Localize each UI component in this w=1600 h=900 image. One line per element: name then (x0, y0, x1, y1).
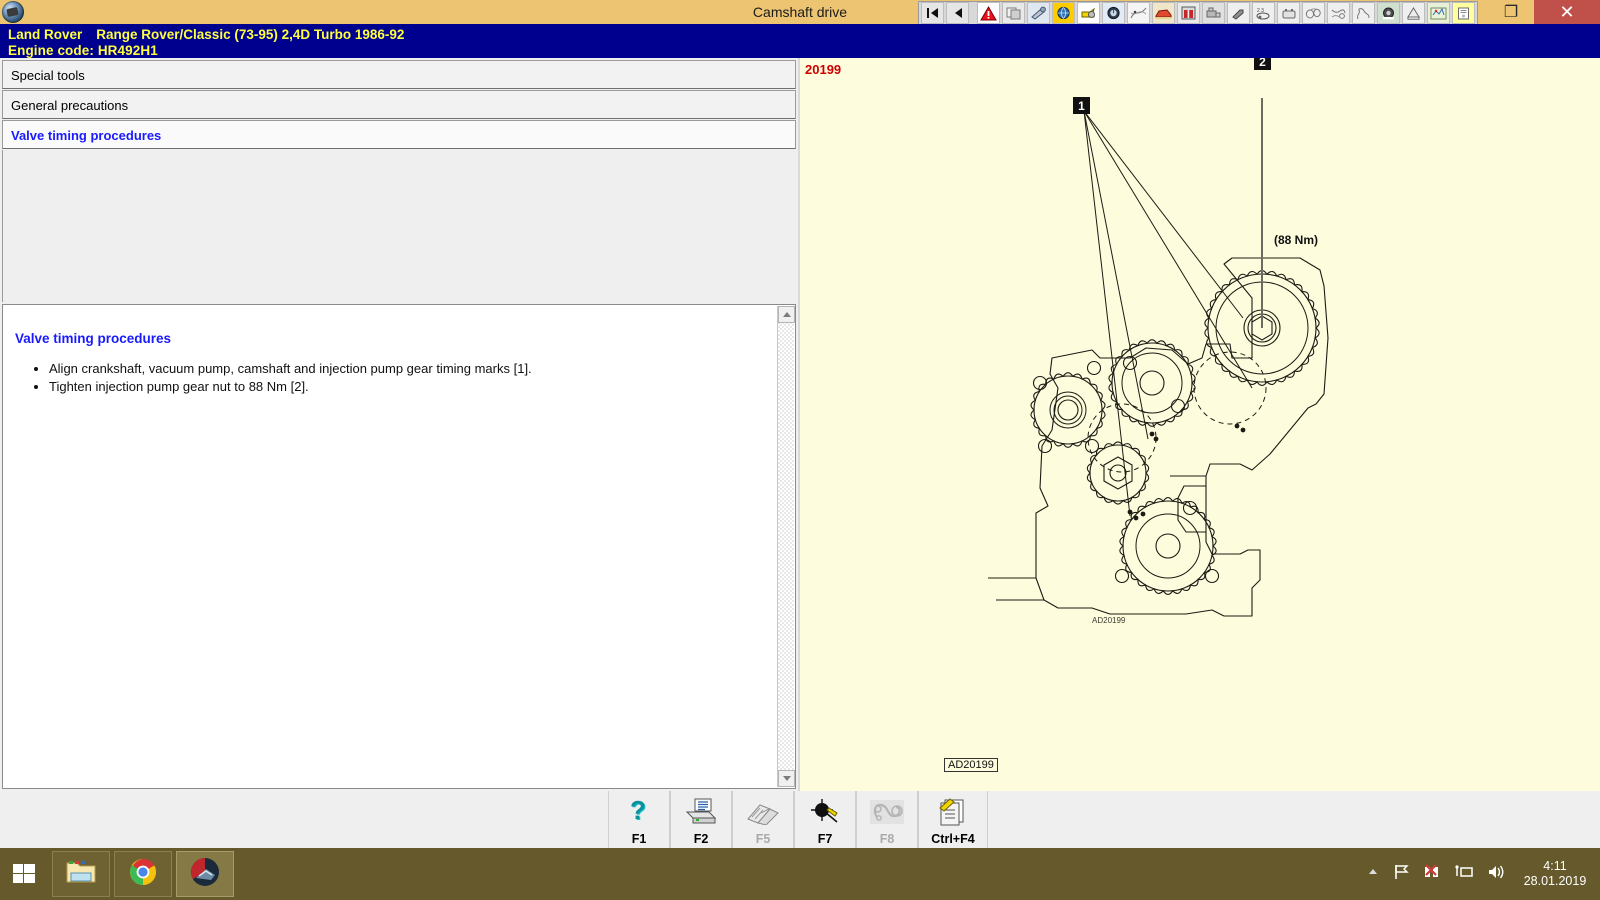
show-hidden-icons-icon[interactable] (1366, 865, 1380, 884)
taskbar-item-file-explorer[interactable] (52, 851, 110, 897)
window-title-bar: Camshaft drive (0, 0, 1600, 24)
vacuum-pump-gear (1031, 362, 1105, 453)
warning-triangle-icon[interactable] (977, 2, 1000, 24)
gauge-icon[interactable] (1102, 2, 1125, 24)
f7-find-component-button[interactable]: F7 (794, 791, 856, 848)
function-key-label: F1 (632, 832, 647, 846)
chrome-icon (129, 858, 157, 891)
svg-text:2: 2 (1259, 58, 1266, 69)
tree-item-label: Special tools (11, 68, 85, 83)
timing-belt-icon (869, 791, 905, 832)
system-tray: 4:11 28.01.2019 (1366, 848, 1600, 900)
wrench-icon[interactable] (1027, 2, 1050, 24)
book-icon (746, 791, 780, 832)
restore-window-button[interactable]: ❐ (1488, 0, 1534, 24)
main-toolbar: 2 3 (918, 1, 1478, 25)
function-key-label: F7 (818, 832, 833, 846)
taskbar-item-autodata[interactable] (176, 851, 234, 897)
taskbar-clock[interactable]: 4:11 28.01.2019 (1518, 859, 1592, 889)
windows-taskbar: 4:11 28.01.2019 (0, 848, 1600, 900)
function-key-bar: ? ? F1 F2 (0, 791, 1600, 848)
action-center-flag-icon[interactable] (1392, 863, 1410, 886)
callout-1: 1 (1073, 97, 1090, 114)
close-window-button[interactable]: ✕ (1534, 0, 1600, 24)
document-bullet-list: Align crankshaft, vacuum pump, camshaft … (15, 360, 773, 395)
list-item: Tighten injection pump gear nut to 88 Nm… (49, 378, 773, 395)
tree-item-valve-timing-procedures[interactable]: Valve timing procedures (2, 120, 796, 149)
document-panel: Valve timing procedures Align crankshaft… (2, 304, 796, 789)
navigation-tree: Special tools General precautions Valve … (2, 60, 796, 302)
document-heading: Valve timing procedures (15, 331, 773, 346)
function-key-label: F5 (756, 832, 771, 846)
callout-2-note: (88 Nm) (1274, 233, 1318, 247)
tree-item-special-tools[interactable]: Special tools (2, 60, 796, 89)
autodata-icon (190, 857, 220, 892)
suspension-icon[interactable] (1352, 2, 1375, 24)
figure-id-badge: AD20199 (944, 758, 998, 772)
panels-icon[interactable] (1002, 2, 1025, 24)
notes-icon (936, 791, 970, 832)
list-item: Align crankshaft, vacuum pump, camshaft … (49, 360, 773, 377)
camshaft-drive-diagram: 1 2 AD20199 (800, 58, 1600, 789)
network-disconnected-icon[interactable] (1422, 863, 1442, 886)
vehicle-make: Land Rover (8, 27, 82, 42)
camshaft-gear (1109, 340, 1195, 427)
tyre-icon[interactable] (1377, 2, 1400, 24)
tree-item-general-precautions[interactable]: General precautions (2, 90, 796, 119)
taskbar-item-chrome[interactable] (114, 851, 172, 897)
f5-book-button: F5 (732, 791, 794, 848)
document-vertical-scrollbar[interactable] (777, 306, 794, 787)
tree-empty-area (2, 150, 796, 302)
clock-time: 4:11 (1518, 859, 1592, 874)
diagnostics-icon[interactable] (1427, 2, 1450, 24)
tree-item-label: General precautions (11, 98, 128, 113)
file-explorer-icon (65, 858, 97, 891)
help-question-icon: ? ? (624, 791, 654, 832)
car-body-icon[interactable] (1152, 2, 1175, 24)
wiring-diagram-icon[interactable] (1127, 2, 1150, 24)
fluid-cone-icon[interactable] (1402, 2, 1425, 24)
wheel-alignment-icon[interactable]: 2 3 (1252, 2, 1275, 24)
diagram-panel[interactable]: 20199 (798, 58, 1600, 791)
remote-display-icon[interactable] (1454, 863, 1474, 886)
wheel-icon (2, 1, 24, 23)
scroll-up-button[interactable] (778, 306, 795, 323)
printer-icon (683, 791, 719, 832)
toolbar-separator-1 (971, 3, 975, 23)
svg-text:1: 1 (1078, 99, 1085, 113)
previous-page-button[interactable] (946, 2, 969, 24)
air-conditioning-icon[interactable] (1327, 2, 1350, 24)
find-component-icon (807, 791, 843, 832)
f1-help-button[interactable]: ? ? F1 (608, 791, 670, 848)
volume-icon[interactable] (1486, 863, 1506, 886)
function-key-label: Ctrl+F4 (931, 832, 974, 846)
drawing-ref: AD20199 (1092, 616, 1126, 625)
callout-2: 2 (1254, 58, 1271, 70)
svg-text:?: ? (630, 797, 646, 825)
vehicle-model: Range Rover/Classic (73-95) 2,4D Turbo 1… (96, 27, 404, 42)
idler-gear (1087, 442, 1148, 504)
f2-print-button[interactable]: F2 (670, 791, 732, 848)
function-key-label: F8 (880, 832, 895, 846)
battery-icon[interactable] (1277, 2, 1300, 24)
engine-code-value: HR492H1 (98, 43, 158, 58)
first-page-button[interactable] (921, 2, 944, 24)
left-column: Special tools General precautions Valve … (0, 58, 798, 791)
document-icon[interactable] (1452, 2, 1475, 24)
f8-timing-belt-button: F8 (856, 791, 918, 848)
globe-icon[interactable] (1052, 2, 1075, 24)
timing-belt-icon[interactable] (1302, 2, 1325, 24)
scroll-down-button[interactable] (778, 770, 795, 787)
function-key-label: F2 (694, 832, 709, 846)
clock-date: 28.01.2019 (1518, 874, 1592, 889)
vehicle-lift-icon[interactable] (1177, 2, 1200, 24)
ctrl-f4-notes-button[interactable]: Ctrl+F4 (918, 791, 988, 848)
spray-gun-icon[interactable] (1227, 2, 1250, 24)
engine-icon[interactable] (1202, 2, 1225, 24)
vehicle-header: Land Rover Range Rover/Classic (73-95) 2,… (0, 24, 1600, 58)
oil-can-icon[interactable] (1077, 2, 1100, 24)
tree-item-label: Valve timing procedures (11, 128, 161, 143)
engine-code-label: Engine code: (8, 43, 94, 58)
start-button[interactable] (0, 848, 48, 900)
